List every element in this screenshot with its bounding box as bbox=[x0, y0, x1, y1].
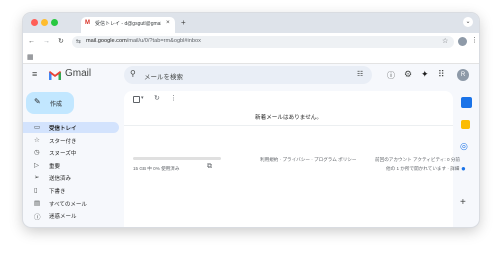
inbox-icon: ▭ bbox=[34, 124, 41, 131]
all-mail-icon: ▤ bbox=[34, 199, 41, 207]
gmail-favicon-icon: M bbox=[85, 20, 90, 26]
sidebar-item-label: 下書き bbox=[49, 189, 66, 195]
other-location-details[interactable]: 他の 1 か所で開かれています · 詳細 bbox=[386, 166, 459, 172]
bookmark-star-icon[interactable]: ☆ bbox=[442, 37, 448, 45]
help-icon[interactable]: ⓘ bbox=[387, 70, 395, 81]
get-addons-icon[interactable]: + bbox=[460, 197, 466, 208]
google-apps-icon[interactable]: ⠿ bbox=[438, 69, 445, 80]
reload-icon[interactable]: ↻ bbox=[58, 38, 64, 45]
search-bar[interactable]: ⚲ メールを検索 ☷ bbox=[124, 66, 372, 84]
spam-icon: ⓘ bbox=[34, 214, 41, 222]
inbox-pane: ▾ ↻ ⋮ 新着メールはありません。 15 GB 中 0% 使用済み ⧉ 利用規… bbox=[124, 91, 460, 227]
sidebar-item[interactable]: ⓘ 迷惑メール bbox=[23, 210, 119, 221]
gmail-wordmark: Gmail bbox=[65, 68, 92, 79]
more-options-icon[interactable]: ⋮ bbox=[170, 94, 177, 102]
sidebar-item-label: 迷惑メール bbox=[49, 214, 77, 221]
storage-meter bbox=[133, 157, 221, 160]
sidebar-item[interactable]: ▭ 受信トレイ bbox=[23, 122, 119, 133]
empty-inbox-row: 新着メールはありません。 bbox=[124, 108, 453, 126]
sidebar-item-label: すべてのメール bbox=[49, 201, 87, 208]
browser-window: M 受信トレイ - d@gsgutl@gmail.c × + ⌄ ← → ↻ ⇆… bbox=[23, 13, 479, 227]
account-avatar[interactable]: R bbox=[457, 69, 469, 81]
sidebar-item-label: スヌーズ中 bbox=[49, 151, 77, 158]
sidebar-item[interactable]: ➢ 送信済み bbox=[23, 172, 119, 183]
tab-search-icon[interactable]: ⌄ bbox=[463, 17, 473, 27]
profile-avatar-icon[interactable] bbox=[458, 37, 467, 46]
back-icon[interactable]: ← bbox=[28, 38, 35, 45]
clock-icon: ◷ bbox=[34, 149, 40, 157]
minimize-window-button[interactable] bbox=[41, 19, 48, 26]
omnibox[interactable]: ⇆ mail.google.com/mail/u/0/?tab=rm&ogbl#… bbox=[72, 36, 454, 48]
close-tab-icon[interactable]: × bbox=[166, 19, 170, 26]
settings-gear-icon[interactable]: ⚙ bbox=[404, 69, 412, 80]
footer-links[interactable]: 利用規約 · プライバシー · プログラム ポリシー bbox=[260, 157, 357, 163]
storage-usage: 15 GB 中 0% 使用済み bbox=[133, 166, 180, 171]
keep-icon[interactable] bbox=[461, 120, 470, 129]
compose-button[interactable]: ✎ 作成 bbox=[26, 92, 74, 114]
last-account-activity: 前回のアカウント アクティビティ: 0 分前 bbox=[375, 157, 460, 162]
sidebar-item-label: 重要 bbox=[49, 163, 61, 170]
tab-title: 受信トレイ - d@gsgutl@gmail.c bbox=[95, 21, 161, 27]
tasks-icon[interactable]: ◎ bbox=[460, 141, 468, 152]
send-icon: ➢ bbox=[34, 174, 40, 182]
pencil-icon: ✎ bbox=[34, 97, 41, 106]
contacts-icon[interactable]: ● bbox=[461, 164, 466, 173]
gemini-sparkle-icon[interactable]: ✦ bbox=[421, 69, 429, 80]
select-all-checkbox[interactable] bbox=[133, 96, 140, 103]
zoom-window-button[interactable] bbox=[51, 19, 58, 26]
sidebar-item-label: 受信トレイ bbox=[49, 126, 77, 132]
browser-tab[interactable]: M 受信トレイ - d@gsgutl@gmail.c × bbox=[81, 17, 175, 33]
new-tab-button[interactable]: + bbox=[181, 18, 186, 27]
sidebar-item[interactable]: ▤ すべてのメール bbox=[23, 198, 119, 209]
draft-icon: ▯ bbox=[34, 187, 38, 194]
calendar-icon[interactable] bbox=[461, 97, 472, 108]
main-menu-icon[interactable]: ≡ bbox=[32, 69, 37, 79]
open-in-new-icon[interactable]: ⧉ bbox=[207, 163, 212, 171]
empty-inbox-message: 新着メールはありません。 bbox=[255, 115, 322, 121]
important-icon: ▷ bbox=[34, 161, 39, 169]
sidebar-item[interactable]: ☆ スター付き bbox=[23, 135, 119, 146]
address-bar: ← → ↻ ⇆ mail.google.com/mail/u/0/?tab=rm… bbox=[23, 33, 479, 51]
site-settings-icon[interactable]: ⇆ bbox=[76, 38, 81, 45]
tab-bar: M 受信トレイ - d@gsgutl@gmail.c × + ⌄ bbox=[23, 13, 479, 33]
search-icon[interactable]: ⚲ bbox=[130, 69, 136, 78]
sidebar-item[interactable]: ◷ スヌーズ中 bbox=[23, 147, 119, 158]
refresh-icon[interactable]: ↻ bbox=[154, 94, 160, 102]
sidebar-item-label: 送信済み bbox=[49, 176, 72, 183]
sidebar-item-label: スター付き bbox=[49, 138, 77, 145]
compose-label: 作成 bbox=[50, 102, 63, 108]
search-options-icon[interactable]: ☷ bbox=[357, 70, 363, 78]
sidebar-item[interactable]: ▯ 下書き bbox=[23, 185, 119, 196]
search-input[interactable]: メールを検索 bbox=[144, 71, 183, 81]
apps-shortcut-icon[interactable]: ▦ bbox=[27, 53, 34, 61]
bookmarks-bar: ▦ bbox=[23, 51, 479, 64]
close-window-button[interactable] bbox=[31, 19, 38, 26]
gmail-logo-icon[interactable] bbox=[48, 68, 62, 86]
forward-icon[interactable]: → bbox=[43, 38, 50, 45]
star-icon: ☆ bbox=[34, 136, 40, 144]
sidebar-item[interactable]: ▷ 重要 bbox=[23, 160, 119, 171]
url-text: mail.google.com/mail/u/0/?tab=rm&ogbl#in… bbox=[86, 38, 201, 44]
select-dropdown-icon[interactable]: ▾ bbox=[141, 95, 144, 101]
browser-menu-icon[interactable]: ⋮ bbox=[471, 37, 478, 44]
